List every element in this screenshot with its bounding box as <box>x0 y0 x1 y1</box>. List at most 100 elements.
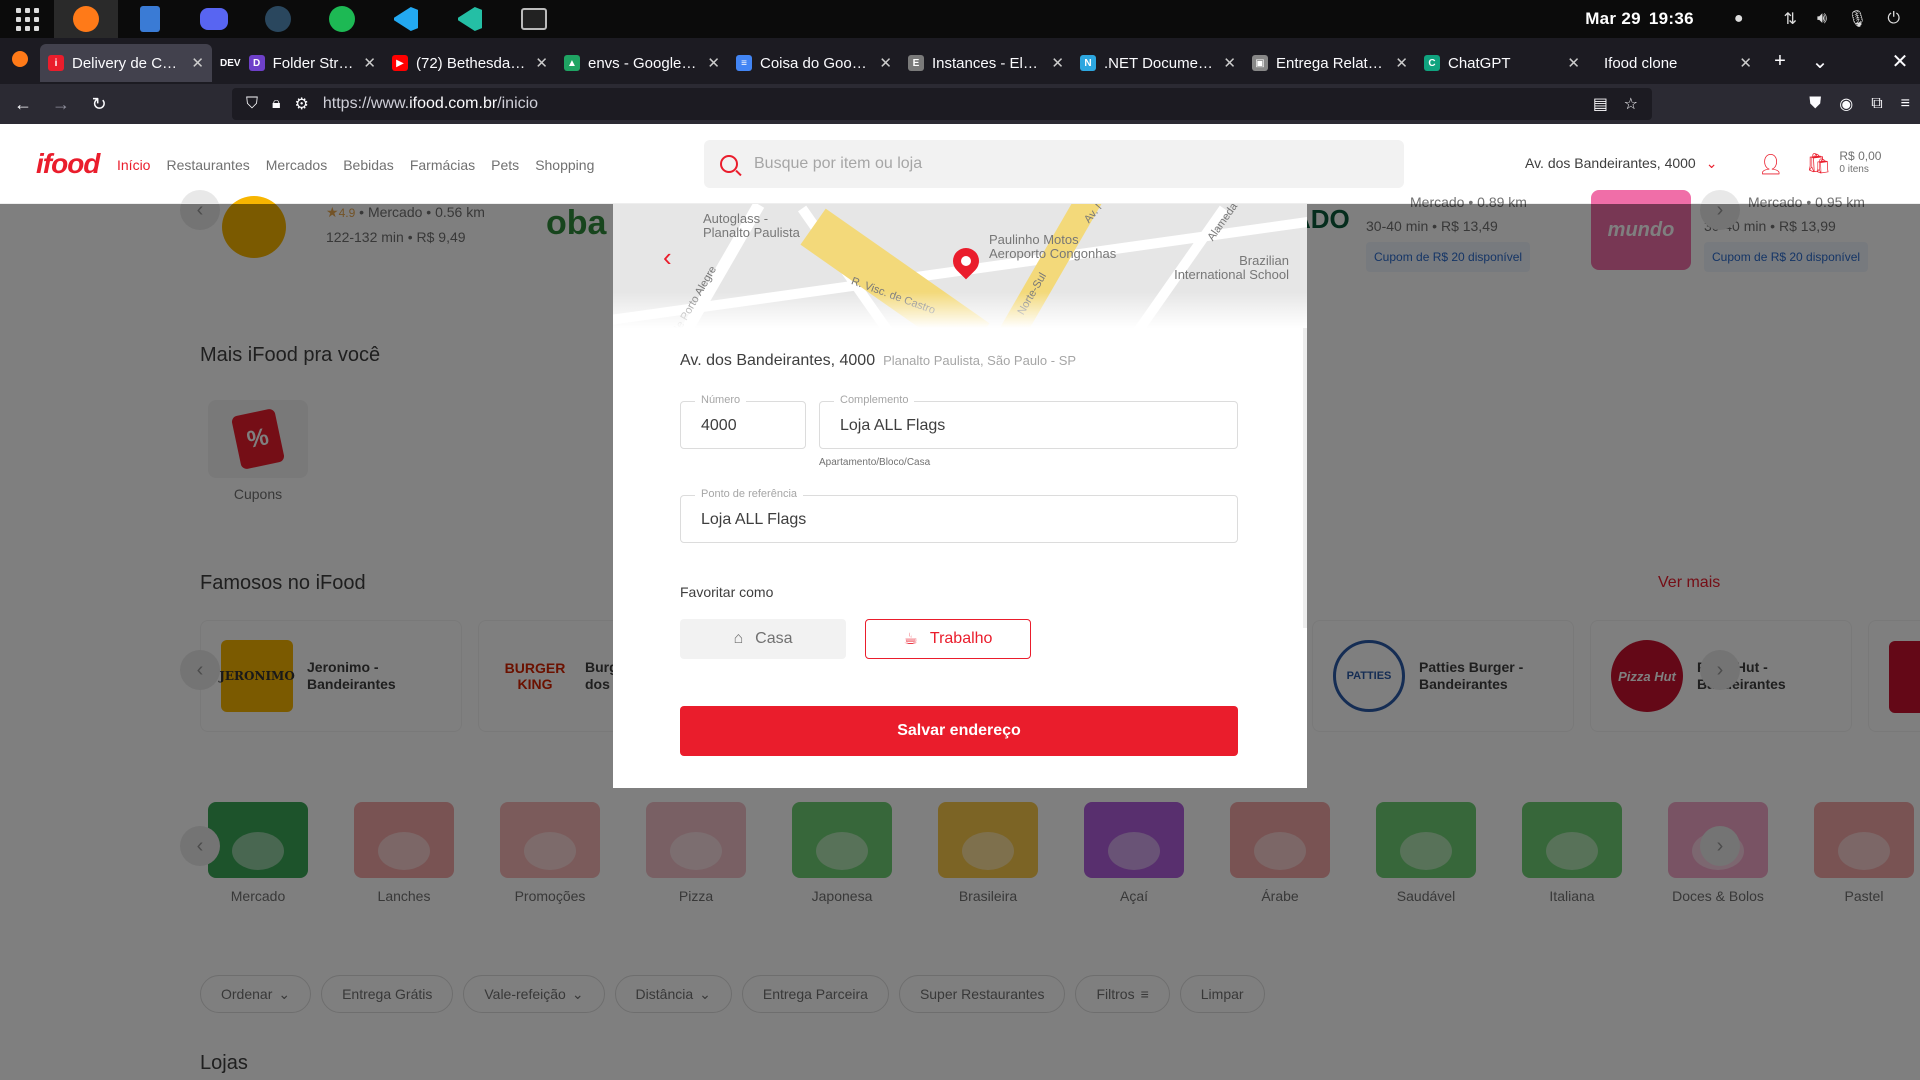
browser-tab[interactable]: ▣ Entrega Relatório ✕ <box>1244 44 1416 82</box>
steam-icon[interactable] <box>246 0 310 38</box>
window-close-icon[interactable]: ✕ <box>1880 49 1920 74</box>
browser-tab[interactable]: N .NET Documentation ✕ <box>1072 44 1244 82</box>
browser-tab[interactable]: ▶ (72) Bethesda's G ✕ <box>384 44 556 82</box>
tab-title: Ifood clone <box>1604 54 1678 72</box>
volume-icon[interactable]: 🔊︎ <box>1817 10 1827 28</box>
browser-tab[interactable]: ▲ envs - Google Drive ✕ <box>556 44 728 82</box>
browser-tab[interactable]: Ifood clone ✕ <box>1588 44 1760 82</box>
url-bar[interactable]: ⛉ 🔒︎ ⚙︎ https://www.ifood.com.br/inicio … <box>232 88 1652 120</box>
tab-close-icon[interactable]: ✕ <box>707 54 720 72</box>
reload-button[interactable]: ↻ <box>80 94 118 115</box>
nav-link[interactable]: Restaurantes <box>166 157 249 173</box>
tab-title: ChatGPT <box>1448 54 1511 72</box>
power-icon[interactable]: ⏻ <box>1887 10 1900 28</box>
nav-link[interactable]: Início <box>117 157 150 173</box>
tab-close-icon[interactable]: ✕ <box>363 54 376 72</box>
tab-title: Coisa do Google <box>760 54 872 72</box>
browser-tab[interactable]: DEV D Folder Structure ✕ <box>212 44 384 82</box>
new-tab-button[interactable]: + <box>1760 50 1800 73</box>
browser-tab[interactable]: ≡ Coisa do Google ✕ <box>728 44 900 82</box>
network-icon[interactable]: ⇅ <box>1784 9 1797 29</box>
save-address-button[interactable]: Salvar endereço <box>680 706 1238 756</box>
cart-items: 0 itens <box>1839 164 1869 175</box>
user-icon[interactable]: 👤︎ <box>1758 152 1783 177</box>
search-input[interactable]: Busque por item ou loja <box>704 140 1404 188</box>
lock-icon[interactable]: 🔒︎ <box>272 95 281 113</box>
pocket-icon[interactable]: ⛊ <box>1809 95 1821 113</box>
shield-icon[interactable]: ⛉ <box>246 95 258 113</box>
favorite-casa-button[interactable]: ⌂ Casa <box>680 619 846 659</box>
tab-close-icon[interactable]: ✕ <box>1223 54 1236 72</box>
tab-favicon-icon: ▶ <box>392 55 408 71</box>
app-grid-icon[interactable] <box>0 0 54 38</box>
tab-close-icon[interactable]: ✕ <box>879 54 892 72</box>
nav-link[interactable]: Shopping <box>535 157 594 173</box>
hamburger-menu-icon[interactable]: ≡ <box>1901 95 1910 113</box>
search-icon <box>720 155 738 173</box>
vscode-insiders-icon[interactable] <box>438 0 502 38</box>
forward-button[interactable]: → <box>42 94 80 115</box>
tab-close-icon[interactable]: ✕ <box>535 54 548 72</box>
vscode-icon[interactable] <box>374 0 438 38</box>
address-selector[interactable]: Av. dos Bandeirantes, 4000 ⌄ <box>1525 155 1717 172</box>
terminal-icon[interactable] <box>502 0 566 38</box>
selected-address: Av. dos Bandeirantes, 4000 Planalto Pauli… <box>680 352 1076 370</box>
tab-favicon-icon: E <box>908 55 924 71</box>
tab-title: Instances - Elephant <box>932 54 1043 72</box>
tab-title: Delivery de Comida <box>72 54 183 72</box>
tab-close-icon[interactable]: ✕ <box>1567 54 1580 72</box>
permissions-icon[interactable]: ⚙︎ <box>295 94 309 114</box>
firefox-icon[interactable] <box>54 0 118 38</box>
discord-icon[interactable] <box>182 0 246 38</box>
back-arrow-icon[interactable]: ‹ <box>663 242 672 273</box>
browser-tab-bar: i Delivery de Comida ✕ DEV D Folder Structure… <box>0 38 1920 84</box>
nav-link[interactable]: Farmácias <box>410 157 475 173</box>
ifood-logo[interactable]: ifood <box>36 148 100 180</box>
tab-title: .NET Documentation <box>1104 54 1215 72</box>
referencia-field[interactable]: Ponto de referência Loja ALL Flags <box>680 488 1238 543</box>
browser-tab[interactable]: i Delivery de Comida ✕ <box>40 44 212 82</box>
map-label: Paulinho Motos <box>989 232 1079 247</box>
reader-view-icon[interactable]: ▤ <box>1593 94 1608 114</box>
tab-favicon-icon: i <box>48 55 64 71</box>
numero-value: 4000 <box>701 417 737 434</box>
microphone-icon[interactable]: 🎙︎ <box>1847 9 1867 29</box>
tab-title: (72) Bethesda's G <box>416 54 528 72</box>
address-sub: Planalto Paulista, São Paulo - SP <box>883 353 1077 368</box>
address-text: Av. dos Bandeirantes, 4000 <box>1525 155 1696 171</box>
os-taskbar: Mar 29 19:36 ● ⇅ 🔊︎ 🎙︎ ⏻ <box>0 0 1920 38</box>
cart-button[interactable]: 🛍︎ R$ 0,00 0 itens <box>1806 150 1881 176</box>
favorite-trabalho-button[interactable]: ☕︎ Trabalho <box>865 619 1031 659</box>
back-button[interactable]: ← <box>4 94 42 115</box>
trabalho-label: Trabalho <box>929 630 993 647</box>
complemento-field[interactable]: Complemento Loja ALL Flags <box>819 394 1238 449</box>
nav-link[interactable]: Pets <box>491 157 519 173</box>
map-preview[interactable]: Autoglass - Planalto Paulista Paulinho M… <box>613 204 1307 328</box>
browser-tab[interactable]: E Instances - Elephant ✕ <box>900 44 1072 82</box>
tab-title: envs - Google Drive <box>588 54 699 72</box>
tab-list-chevron-icon[interactable]: ⌄ <box>1800 49 1840 74</box>
files-icon[interactable] <box>118 0 182 38</box>
nav-link[interactable]: Mercados <box>266 157 327 173</box>
browser-tab[interactable]: C ChatGPT ✕ <box>1416 44 1588 82</box>
favoritar-label: Favoritar como <box>680 584 774 600</box>
numero-field[interactable]: Número 4000 <box>680 394 806 449</box>
clock-date[interactable]: Mar 29 <box>1585 9 1641 29</box>
tab-prefix: DEV <box>220 57 241 69</box>
address-main: Av. dos Bandeirantes, 4000 <box>680 352 876 369</box>
complemento-hint: Apartamento/Bloco/Casa <box>819 457 931 468</box>
nav-link[interactable]: Bebidas <box>343 157 394 173</box>
profile-icon[interactable]: ◉ <box>1839 94 1853 114</box>
clock-time[interactable]: 19:36 <box>1649 9 1694 29</box>
tab-close-icon[interactable]: ✕ <box>1395 54 1408 72</box>
firefox-menu-icon[interactable] <box>0 50 40 73</box>
tab-close-icon[interactable]: ✕ <box>1051 54 1064 72</box>
tab-close-icon[interactable]: ✕ <box>1739 54 1752 72</box>
url-text[interactable]: https://www.ifood.com.br/inicio <box>323 95 538 113</box>
map-label: Autoglass - Planalto Paulista <box>703 211 800 240</box>
extensions-icon[interactable]: ⧉ <box>1871 95 1882 113</box>
bookmark-star-icon[interactable]: ☆ <box>1624 94 1638 114</box>
modal-scrollbar[interactable] <box>1303 328 1307 628</box>
spotify-icon[interactable] <box>310 0 374 38</box>
tab-close-icon[interactable]: ✕ <box>191 54 204 72</box>
